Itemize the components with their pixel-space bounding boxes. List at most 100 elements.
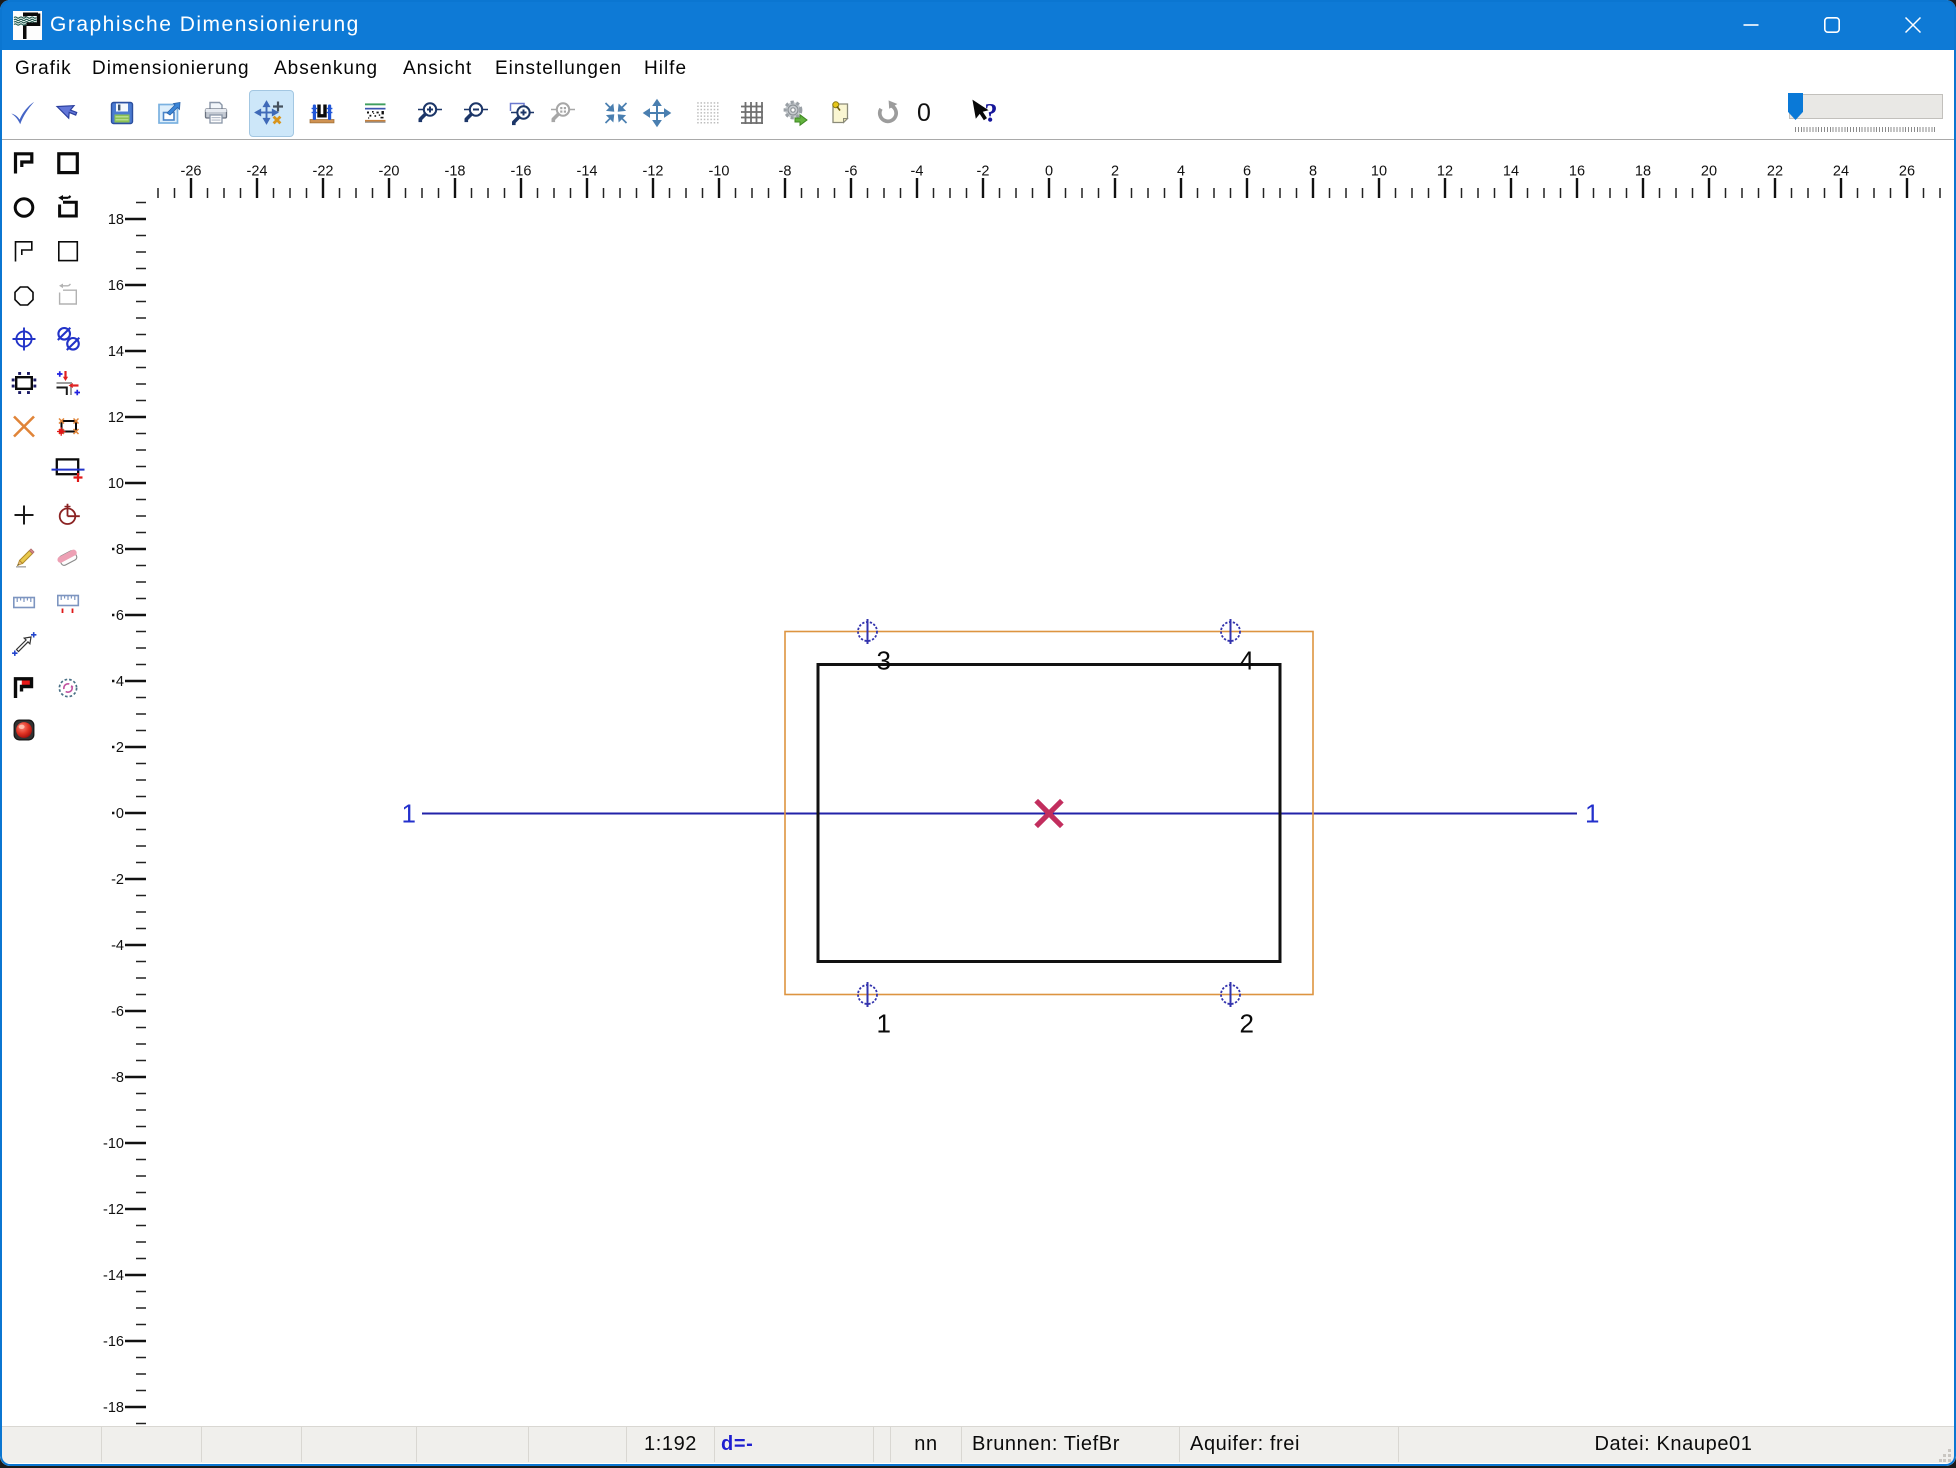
confirm-icon — [9, 99, 37, 127]
polygon-red-button[interactable] — [12, 676, 36, 700]
close-button[interactable] — [1882, 0, 1944, 50]
h-ruler-label: 2 — [1111, 164, 1119, 180]
maximize-button[interactable] — [1801, 0, 1863, 50]
resize-grip[interactable] — [1939, 1449, 1952, 1462]
h-ruler-label: 8 — [1309, 164, 1317, 180]
circle-thick-icon — [12, 195, 36, 219]
soil-layers-icon — [361, 99, 389, 127]
export-button[interactable] — [155, 99, 183, 127]
h-ruler-label: -14 — [577, 164, 598, 180]
well-symbol[interactable]: 4 — [1221, 619, 1254, 676]
polygon-open-thin-button[interactable] — [12, 239, 36, 263]
status-cell-5 — [529, 1427, 627, 1462]
selection-handles-icon — [12, 371, 36, 395]
h-ruler-label: -10 — [709, 164, 730, 180]
zoom-fit-button[interactable] — [602, 99, 630, 127]
menu-grafik[interactable]: Grafik — [15, 50, 72, 88]
zoom-in-button[interactable] — [416, 99, 444, 127]
undo-rotation-button[interactable] — [874, 99, 902, 127]
menu-bar: Grafik Dimensionierung Absenkung Ansicht Ein… — [0, 50, 1956, 88]
polygon-open-thick-icon — [12, 151, 36, 175]
delete-x-button[interactable] — [12, 414, 36, 438]
h-ruler-label: -2 — [977, 164, 990, 180]
export-icon — [155, 99, 183, 127]
rectangle-thin-icon — [56, 239, 80, 263]
status-cell-7: d=- — [715, 1427, 874, 1462]
rotate-quarter-button[interactable] — [56, 503, 80, 527]
minimize-button[interactable] — [1720, 0, 1782, 50]
print-button[interactable] — [202, 99, 230, 127]
confirm-button[interactable] — [9, 99, 37, 127]
add-section-line-button[interactable] — [56, 456, 80, 480]
selection-handles-button[interactable] — [12, 371, 36, 395]
ruler-marks-icon — [56, 591, 80, 615]
octagon-thin-button[interactable] — [12, 283, 36, 307]
zoom-out-button[interactable] — [462, 99, 490, 127]
v-ruler-label: 6 — [116, 608, 124, 624]
ruler-button[interactable] — [12, 591, 36, 615]
well-symbol[interactable]: 1 — [858, 982, 891, 1039]
well-symbol[interactable]: 3 — [858, 619, 891, 676]
status-cell-11: Aquifer: frei — [1180, 1427, 1399, 1462]
spiro-gear-button[interactable] — [56, 676, 80, 700]
menu-einstellungen[interactable]: Einstellungen — [495, 50, 622, 88]
well-symbol[interactable]: 2 — [1221, 982, 1254, 1039]
v-ruler-label: -2 — [111, 872, 124, 888]
zoom-disabled-button[interactable] — [549, 99, 577, 127]
h-ruler-label: -26 — [181, 164, 202, 180]
h-ruler-label: 14 — [1503, 164, 1519, 180]
menu-dimensionierung[interactable]: Dimensionierung — [92, 50, 250, 88]
pencil-button[interactable] — [12, 545, 36, 569]
dot-grid-button[interactable] — [694, 99, 722, 127]
h-ruler-label: 0 — [1045, 164, 1053, 180]
zoom-slider-track[interactable] — [1789, 94, 1943, 119]
rectangle-arrow-disabled-icon — [56, 283, 80, 307]
h-ruler-label: -20 — [379, 164, 400, 180]
circle-thick-button[interactable] — [12, 195, 36, 219]
pan-button[interactable] — [643, 99, 671, 127]
plus-crosshair-button[interactable] — [12, 503, 36, 527]
menu-hilfe[interactable]: Hilfe — [644, 50, 687, 88]
excavation-pit-button[interactable] — [308, 99, 336, 127]
zoom-in-icon — [416, 99, 444, 127]
gear-run-button[interactable] — [781, 99, 809, 127]
gear-run-icon — [781, 99, 809, 127]
grid-button[interactable] — [738, 99, 766, 127]
edit-rect-nodes-button[interactable] — [56, 414, 80, 438]
h-ruler-label: -22 — [313, 164, 334, 180]
rectangle-arrow-thick-icon — [56, 195, 80, 219]
notes-button[interactable] — [826, 99, 854, 127]
zoom-window-button[interactable] — [507, 99, 535, 127]
rectangle-thin-button[interactable] — [56, 239, 80, 263]
move-coordinates-active-button[interactable] — [257, 99, 285, 127]
status-cell-9: nn — [891, 1427, 962, 1462]
well-crosshair-button[interactable] — [12, 327, 36, 351]
title-bar[interactable]: Graphische Dimensionierung — [0, 0, 1956, 50]
select-arrow-button[interactable] — [52, 99, 80, 127]
resize-arrow-button[interactable] — [12, 632, 36, 656]
save-button[interactable] — [108, 99, 136, 127]
h-ruler-label: 10 — [1371, 164, 1387, 180]
polygon-red-icon — [12, 676, 36, 700]
menu-ansicht[interactable]: Ansicht — [403, 50, 472, 88]
v-ruler-label: 4 — [116, 674, 124, 690]
rectangle-arrow-disabled-button[interactable] — [56, 283, 80, 307]
record-red-button[interactable] — [12, 718, 36, 742]
wells-off-button[interactable] — [56, 327, 80, 351]
rectangle-arrow-thick-button[interactable] — [56, 195, 80, 219]
delete-x-icon — [12, 414, 36, 438]
rectangle-thick-button[interactable] — [56, 151, 80, 175]
soil-layers-button[interactable] — [361, 99, 389, 127]
move-node-button[interactable] — [56, 371, 80, 395]
ruler-marks-button[interactable] — [56, 591, 80, 615]
polygon-open-thick-button[interactable] — [12, 151, 36, 175]
menu-absenkung[interactable]: Absenkung — [274, 50, 378, 88]
drawing-canvas[interactable]: -26-24-22-20-18-16-14-12-10-8-6-4-202468… — [100, 140, 1952, 1427]
v-ruler-label: -16 — [103, 1334, 124, 1350]
svg-text:?: ? — [985, 99, 998, 128]
polygon-open-thin-icon — [12, 239, 36, 263]
v-ruler-label: 14 — [108, 344, 124, 360]
help-cursor-button[interactable]: ? — [971, 99, 999, 127]
eraser-button[interactable] — [56, 545, 80, 569]
h-ruler-label: -18 — [445, 164, 466, 180]
